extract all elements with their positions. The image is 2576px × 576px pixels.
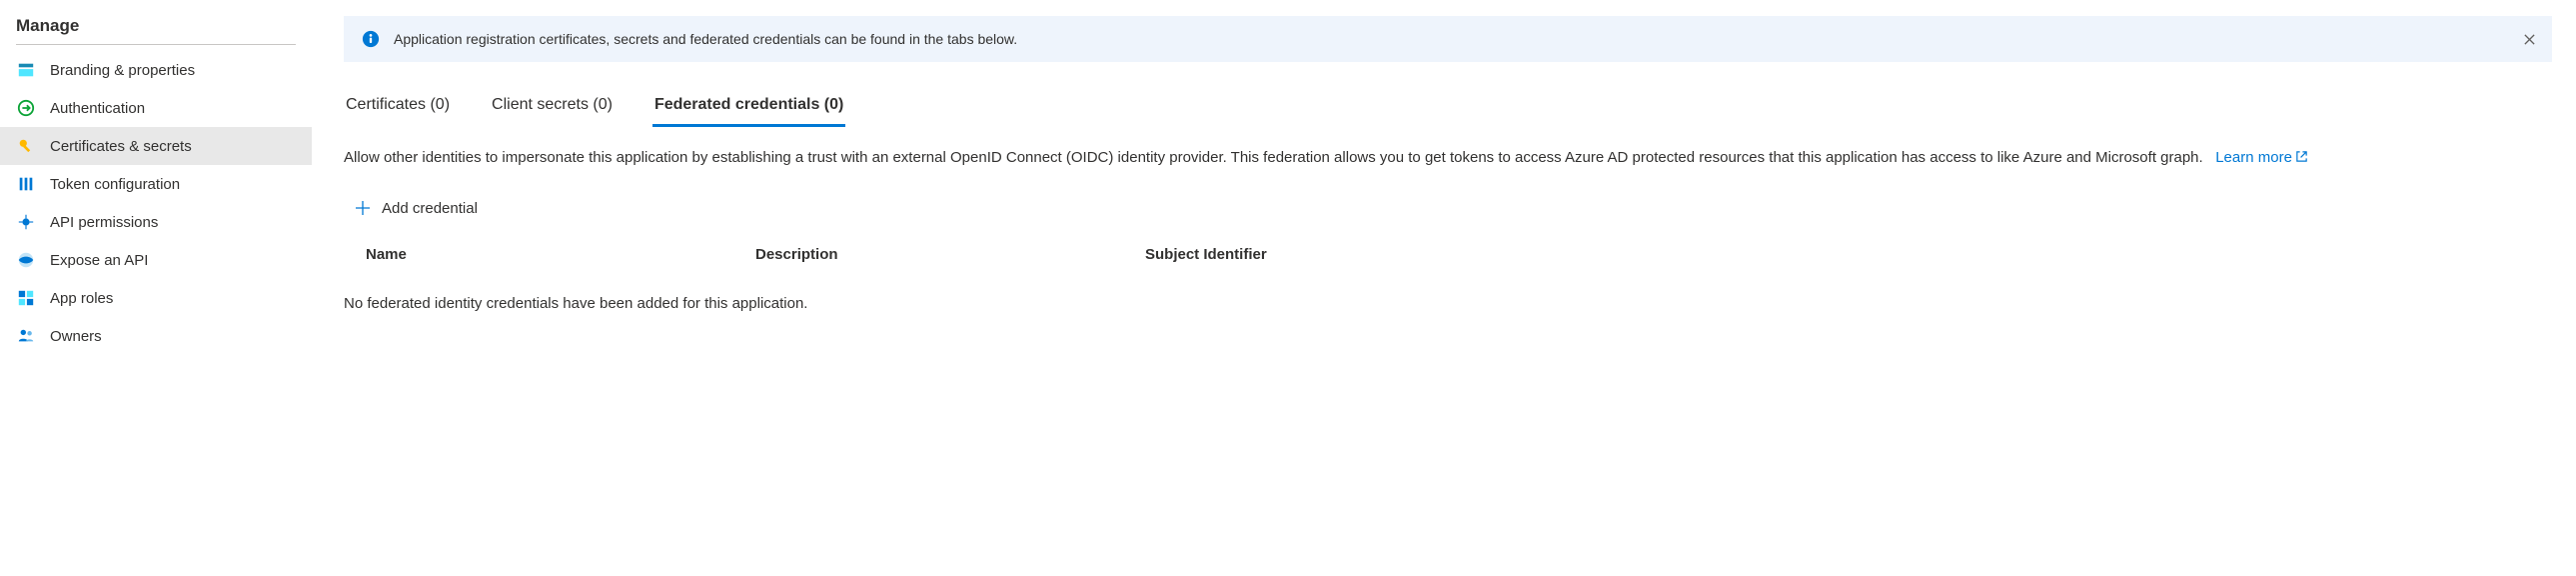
sidebar-item-label: Expose an API [50,252,148,269]
learn-more-link[interactable]: Learn more [2215,149,2308,166]
add-credential-label: Add credential [382,200,478,217]
credentials-table: Name Description Subject Identifier No f… [344,238,2552,312]
tab-client-secrets[interactable]: Client secrets (0) [490,90,615,127]
tab-description: Allow other identities to impersonate th… [344,147,2552,170]
sidebar-item-token-config[interactable]: Token configuration [0,165,312,203]
external-link-icon [2295,150,2308,163]
sidebar-item-expose-api[interactable]: Expose an API [0,241,312,279]
col-header-description: Description [755,246,1145,263]
sidebar-item-label: Token configuration [50,176,180,193]
tabs: Certificates (0) Client secrets (0) Fede… [344,90,2552,127]
table-header-row: Name Description Subject Identifier [344,238,2552,271]
sidebar-divider [16,44,296,45]
key-icon [16,136,36,156]
info-banner-text: Application registration certificates, s… [394,31,1017,47]
col-header-name: Name [366,246,755,263]
add-credential-button[interactable]: Add credential [344,194,488,224]
sidebar-item-label: Authentication [50,100,145,117]
sidebar-item-certificates-secrets[interactable]: Certificates & secrets [0,127,312,165]
sidebar-item-api-permissions[interactable]: API permissions [0,203,312,241]
sidebar-item-label: Owners [50,328,102,345]
info-banner: Application registration certificates, s… [344,16,2552,62]
sidebar-item-owners[interactable]: Owners [0,317,312,355]
tab-certificates[interactable]: Certificates (0) [344,90,452,127]
main-content: Application registration certificates, s… [312,0,2576,367]
sidebar-item-label: Branding & properties [50,62,195,79]
sidebar-item-label: API permissions [50,214,158,231]
info-icon [362,30,380,48]
api-perm-icon [16,212,36,232]
sidebar-item-branding[interactable]: Branding & properties [0,51,312,89]
token-icon [16,174,36,194]
sidebar-item-app-roles[interactable]: App roles [0,279,312,317]
auth-icon [16,98,36,118]
app-roles-icon [16,288,36,308]
sidebar-item-label: App roles [50,290,113,307]
owners-icon [16,326,36,346]
tab-federated-credentials[interactable]: Federated credentials (0) [652,90,845,127]
branding-icon [16,60,36,80]
table-empty-message: No federated identity credentials have b… [344,271,2552,312]
sidebar: Manage Branding & properties Authenticat… [0,0,312,367]
close-icon[interactable] [2520,30,2538,48]
sidebar-item-label: Certificates & secrets [50,138,192,155]
sidebar-heading: Manage [0,12,312,44]
sidebar-item-authentication[interactable]: Authentication [0,89,312,127]
description-text: Allow other identities to impersonate th… [344,149,2203,166]
expose-api-icon [16,250,36,270]
col-header-subject: Subject Identifier [1145,246,2530,263]
plus-icon [354,200,372,218]
